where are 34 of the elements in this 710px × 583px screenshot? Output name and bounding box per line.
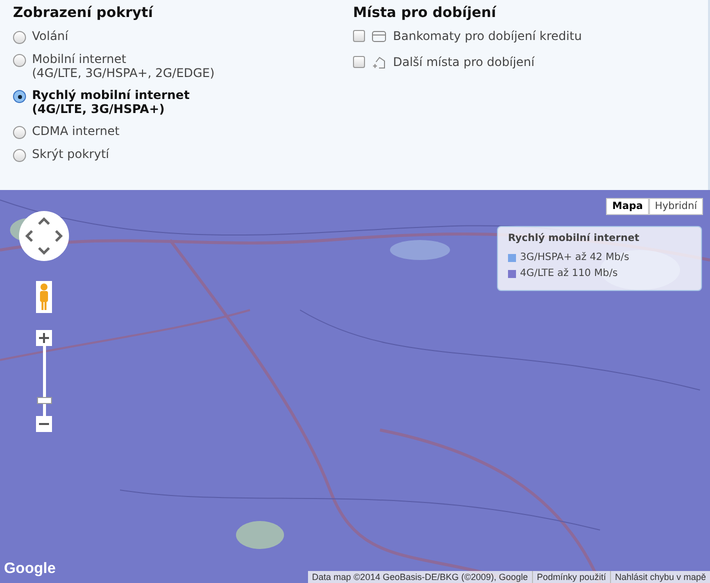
section-heading: Zobrazení pokrytí [13, 5, 154, 21]
attribution-link[interactable]: Nahlásit chybu v mapě [610, 571, 710, 583]
attribution-link[interactable]: Podmínky použití [532, 571, 610, 583]
legend-title: Rychlý mobilní internet [508, 233, 640, 244]
radio-button[interactable] [13, 149, 26, 162]
option-label[interactable]: Skrýt pokrytí [32, 147, 110, 161]
map-type-tab[interactable]: Mapa [606, 198, 649, 215]
slider-thumb[interactable] [36, 397, 52, 404]
attribution-text: Data map ©2014 GeoBasis-DE/BKG (©2009), Google [311, 571, 529, 583]
option-label[interactable]: Volání [32, 29, 68, 43]
radio-button[interactable] [13, 54, 26, 67]
card-icon [372, 30, 386, 42]
option-label[interactable]: Mobilní internet (4G/LTE, 3G/HSPA+, 2G/EDGE) [32, 52, 215, 80]
legend-label: 4G/LTE až 110 Mb/s [520, 268, 618, 279]
radio-button[interactable] [13, 126, 26, 139]
map-type-tab[interactable]: Hybridní [648, 198, 703, 215]
street-view-button[interactable] [36, 281, 52, 313]
option-label[interactable]: Další místa pro dobíjení [393, 55, 534, 69]
plus-icon [39, 333, 49, 343]
map-logo: Google [4, 560, 56, 577]
store-icon [372, 55, 386, 69]
pan-arrows-icon [24, 216, 64, 256]
option-label[interactable]: Rychlý mobilní internet (4G/LTE, 3G/HSPA+) [32, 88, 190, 116]
person-icon [38, 283, 50, 311]
radio-button[interactable] [13, 90, 26, 103]
checkbox[interactable] [353, 56, 365, 68]
section-heading: Místa pro dobíjení [353, 5, 498, 21]
zoom-in-button[interactable] [36, 330, 52, 346]
legend-label: 3G/HSPA+ až 42 Mb/s [520, 252, 630, 263]
option-label[interactable]: CDMA internet [32, 124, 120, 138]
radio-button[interactable] [13, 31, 26, 44]
checkbox[interactable] [353, 30, 365, 42]
zoom-out-button[interactable] [36, 416, 52, 432]
option-label[interactable]: Bankomaty pro dobíjení kreditu [393, 29, 582, 43]
